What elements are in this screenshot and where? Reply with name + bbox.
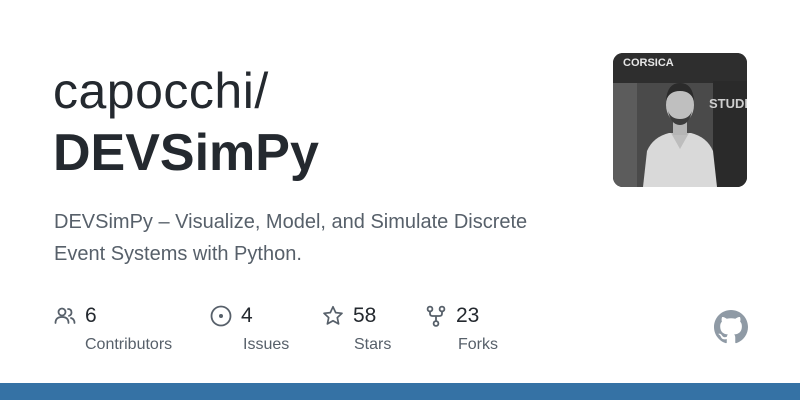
stat-stars[interactable]: 58 Stars (321, 302, 391, 356)
stat-forks[interactable]: 23 Forks (424, 302, 498, 356)
stat-issues[interactable]: 4 Issues (209, 302, 289, 356)
issues-label: Issues (243, 336, 290, 353)
avatar-side-text: STUDIA BER (709, 96, 747, 111)
issue-icon (210, 305, 232, 327)
contributors-label: Contributors (85, 336, 173, 353)
fork-icon (426, 305, 446, 327)
repo-social-card: capocchi/ DEVSimPy DEVSimPy – Visualize,… (0, 0, 800, 400)
repo-name[interactable]: DEVSimPy (53, 122, 319, 184)
github-mark-icon[interactable] (714, 310, 748, 344)
contributors-count: 6 (85, 304, 97, 327)
issues-count: 4 (241, 304, 253, 327)
stars-label: Stars (354, 336, 392, 353)
avatar-photo: CORSICA STUDIA BER (613, 53, 747, 187)
repo-description: DEVSimPy – Visualize, Model, and Simulat… (54, 211, 528, 265)
language-bar (0, 383, 800, 400)
repo-owner[interactable]: capocchi/ (53, 60, 269, 122)
stat-contributors[interactable]: 6 Contributors (53, 302, 172, 356)
avatar-banner-text: CORSICA (623, 57, 674, 69)
star-icon (323, 305, 343, 325)
forks-count: 23 (456, 304, 480, 327)
owner-avatar[interactable]: CORSICA STUDIA BER (613, 53, 747, 187)
people-icon (54, 307, 76, 324)
stars-count: 58 (353, 304, 377, 327)
forks-label: Forks (458, 336, 498, 353)
